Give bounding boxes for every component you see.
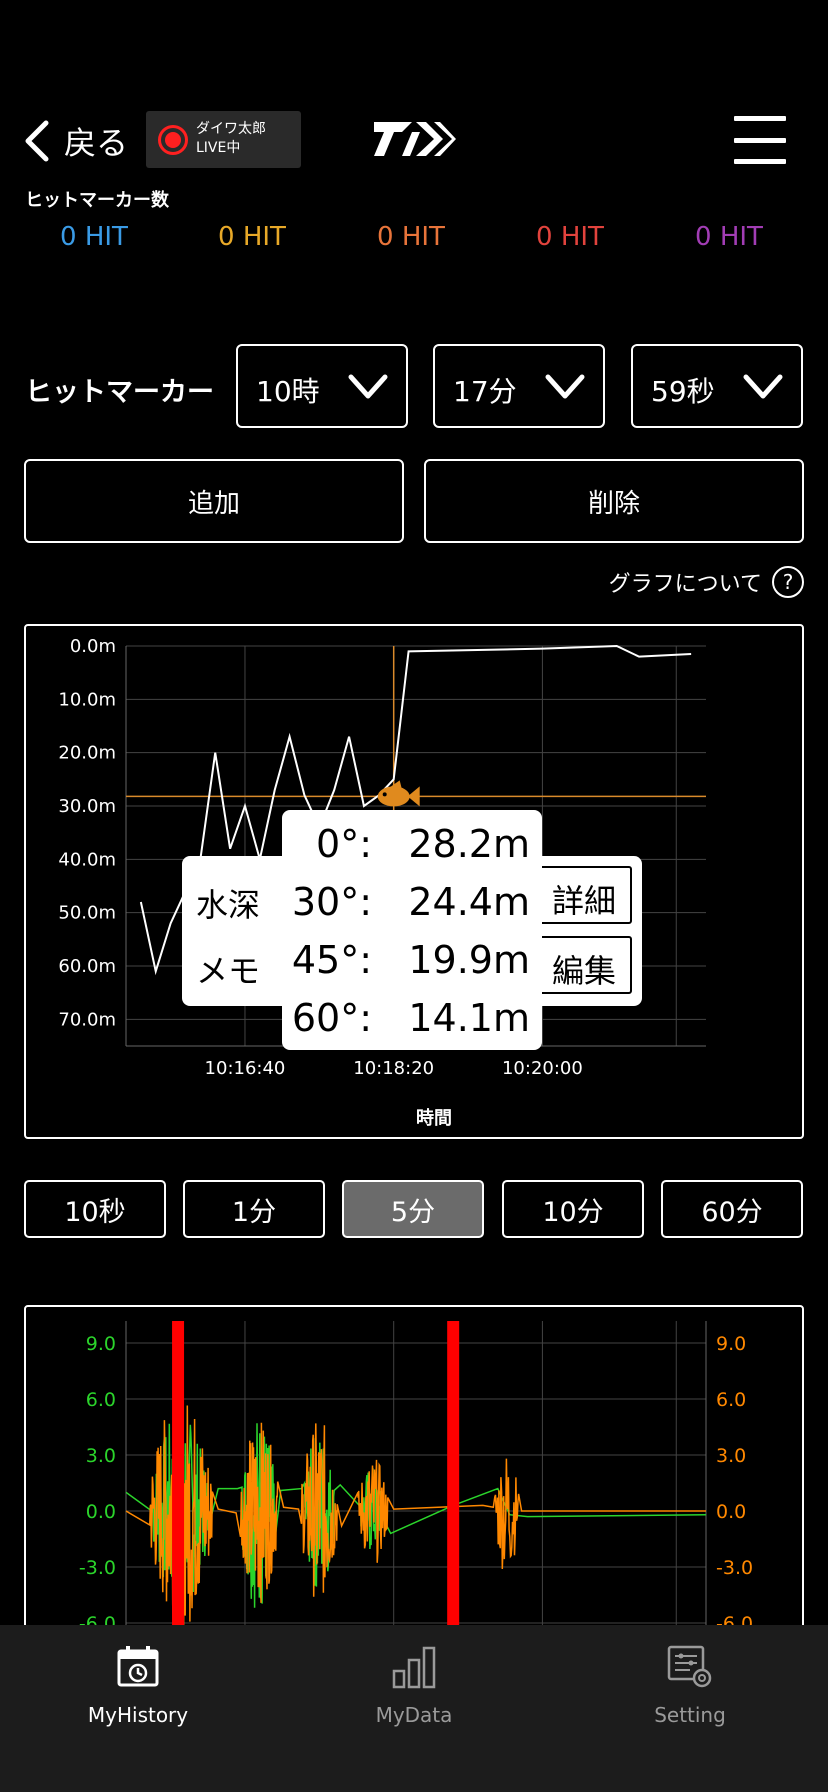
back-button[interactable]: 戻る bbox=[24, 118, 128, 164]
y-tick-label: 70.0m bbox=[58, 1009, 116, 1030]
settings-sliders-icon bbox=[667, 1645, 712, 1688]
range-10m-button[interactable]: 10分 bbox=[502, 1180, 644, 1238]
live-status-box: ダイワ太郎 LIVE中 bbox=[146, 111, 301, 168]
tab-myhistory[interactable]: MyHistory bbox=[0, 1643, 276, 1727]
menu-line bbox=[734, 137, 786, 143]
angle-30-label: 30°: bbox=[291, 880, 372, 924]
y-right-tick-label: 3.0 bbox=[716, 1445, 746, 1467]
hit-count-2: 0 HIT bbox=[218, 222, 286, 252]
fish-tail bbox=[407, 786, 420, 807]
fish-eye bbox=[382, 792, 387, 797]
tab-mydata-label: MyData bbox=[375, 1703, 453, 1727]
depth-label: 水深 bbox=[196, 886, 261, 924]
tab-setting[interactable]: Setting bbox=[552, 1643, 828, 1727]
hour-value: 10時 bbox=[256, 375, 320, 408]
back-label: 戻る bbox=[64, 124, 129, 162]
y-tick-label: 20.0m bbox=[58, 743, 116, 764]
about-graph-label: グラフについて bbox=[608, 572, 762, 597]
hit-count-row: 0 HIT 0 HIT 0 HIT 0 HIT 0 HIT bbox=[0, 222, 828, 262]
about-graph-link[interactable]: グラフについて ? bbox=[609, 566, 804, 598]
y-left-tick-label: 9.0 bbox=[86, 1333, 116, 1355]
chevron-down-icon bbox=[545, 374, 585, 399]
hit-count-5: 0 HIT bbox=[695, 222, 763, 252]
hit-marker-bar bbox=[447, 1321, 460, 1643]
angle-45-label: 45°: bbox=[291, 938, 372, 982]
bottom-tab-bar: MyHistory MyData Setting bbox=[0, 1625, 828, 1792]
fish-hit-icon bbox=[377, 780, 420, 807]
range-60m-button[interactable]: 60分 bbox=[661, 1180, 803, 1238]
minute-select[interactable]: 17分 bbox=[433, 344, 605, 428]
y-tick-label: 30.0m bbox=[58, 796, 116, 817]
chevron-left-icon bbox=[25, 120, 49, 162]
second-select[interactable]: 59秒 bbox=[631, 344, 803, 428]
y-right-tick-label: 6.0 bbox=[716, 1389, 746, 1411]
live-status-text: LIVE中 bbox=[196, 140, 241, 156]
chevron-down-icon bbox=[348, 374, 388, 399]
x-axis-label: 時間 bbox=[416, 1108, 452, 1129]
y-left-tick-label: 0.0 bbox=[86, 1501, 116, 1523]
detail-label: 詳細 bbox=[551, 882, 616, 920]
y-tick-label: 0.0m bbox=[70, 636, 116, 657]
x-tick-label: 10:18:20 bbox=[353, 1058, 434, 1079]
motion-chart-svg: 9.06.03.00.0-3.0-6.09.06.03.00.0-3.0-6.0 bbox=[79, 1321, 753, 1643]
calendar-history-icon bbox=[117, 1646, 159, 1687]
memo-label: メモ bbox=[196, 952, 261, 990]
y-tick-label: 60.0m bbox=[58, 956, 116, 977]
y-tick-label: 10.0m bbox=[58, 689, 116, 710]
angle-60-value: 14.1m bbox=[408, 996, 530, 1040]
edit-label: 編集 bbox=[551, 952, 616, 990]
hit-count-3: 0 HIT bbox=[377, 222, 445, 252]
menu-line bbox=[734, 159, 786, 164]
add-marker-button[interactable]: 追加 bbox=[24, 459, 404, 543]
hit-count-4: 0 HIT bbox=[536, 222, 604, 252]
y-right-tick-label: 9.0 bbox=[716, 1333, 746, 1355]
tab-setting-label: Setting bbox=[654, 1703, 726, 1727]
hit-count-title: ヒットマーカー数 bbox=[25, 190, 169, 211]
y-right-tick-label: 0.0 bbox=[716, 1501, 746, 1523]
range-5m-button[interactable]: 5分 bbox=[342, 1180, 484, 1238]
y-left-tick-label: -3.0 bbox=[79, 1557, 116, 1579]
y-left-tick-label: 3.0 bbox=[86, 1445, 116, 1467]
menu-line bbox=[734, 116, 786, 121]
y-right-tick-label: -3.0 bbox=[716, 1557, 753, 1579]
range-10s-button[interactable]: 10秒 bbox=[24, 1180, 166, 1238]
minute-value: 17分 bbox=[453, 375, 517, 408]
tab-mydata[interactable]: MyData bbox=[276, 1643, 552, 1727]
angle-60-label: 60°: bbox=[291, 996, 372, 1040]
y-tick-label: 50.0m bbox=[58, 903, 116, 924]
depth-angle-tooltip: 0°: 28.2m 30°: 24.4m 45°: 19.9m 60°: 14.… bbox=[282, 810, 542, 1050]
bar-chart-icon bbox=[392, 1646, 436, 1689]
delete-marker-button[interactable]: 削除 bbox=[424, 459, 804, 543]
hit-marker-label: ヒットマーカー bbox=[25, 377, 214, 408]
angle-0-label: 0°: bbox=[316, 822, 372, 866]
live-record-icon bbox=[158, 125, 188, 155]
app-header: 戻る ダイワ太郎 LIVE中 bbox=[0, 100, 828, 180]
hour-select[interactable]: 10時 bbox=[236, 344, 408, 428]
motion-chart: 9.0 6.0 3.0 0.0 -3.0 -6.0 9.0 6.0 3.0 0.0 -3.0 -6.0 bbox=[24, 1305, 804, 1645]
x-tick-label: 10:20:00 bbox=[502, 1058, 583, 1079]
fish-body bbox=[377, 786, 410, 807]
range-1m-button[interactable]: 1分 bbox=[183, 1180, 325, 1238]
question-icon: ? bbox=[772, 566, 804, 598]
hamburger-menu-button[interactable] bbox=[734, 116, 786, 164]
angle-30-value: 24.4m bbox=[408, 880, 530, 924]
x-tick-label: 10:16:40 bbox=[205, 1058, 286, 1079]
hit-marker-bar bbox=[172, 1321, 185, 1643]
motion-series-green bbox=[125, 1418, 707, 1608]
tab-myhistory-label: MyHistory bbox=[87, 1703, 189, 1727]
y-left-tick-label: 6.0 bbox=[86, 1389, 116, 1411]
y-tick-label: 40.0m bbox=[58, 849, 116, 870]
second-value: 59秒 bbox=[651, 375, 715, 408]
chevron-down-icon bbox=[743, 374, 783, 399]
angle-0-value: 28.2m bbox=[408, 822, 530, 866]
live-user-name: ダイワ太郎 bbox=[196, 121, 266, 137]
daiwa-logo-icon bbox=[374, 122, 456, 156]
hit-count-1: 0 HIT bbox=[60, 222, 128, 252]
angle-45-value: 19.9m bbox=[408, 938, 530, 982]
